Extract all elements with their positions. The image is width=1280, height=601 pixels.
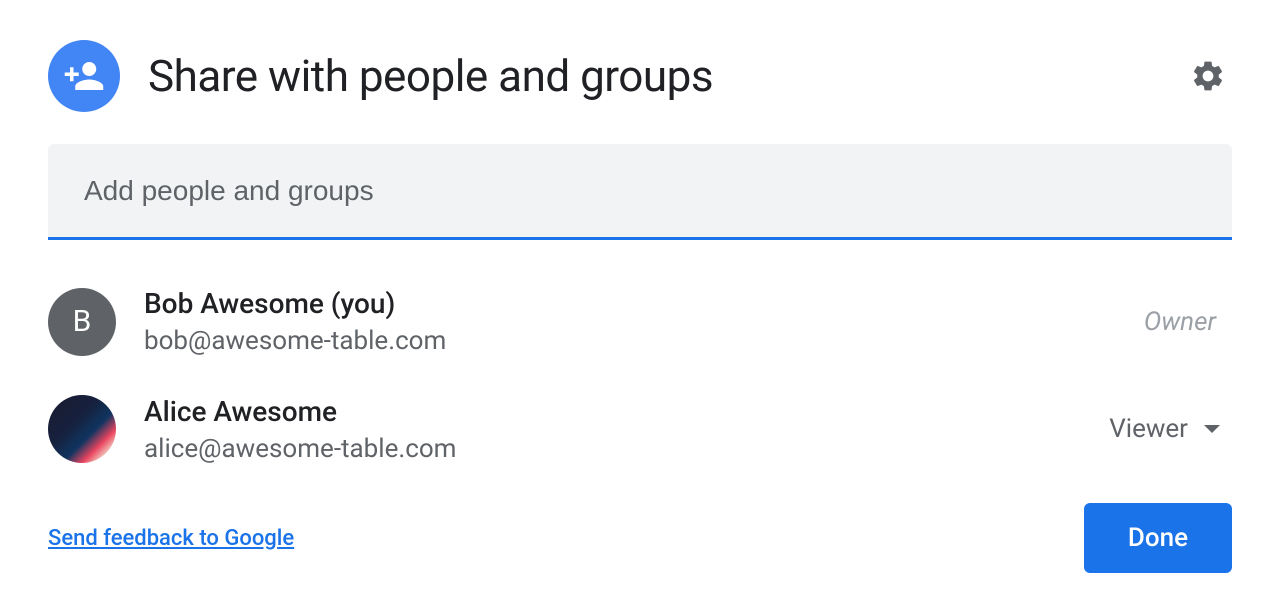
dialog-footer: Send feedback to Google Done bbox=[0, 483, 1280, 601]
done-button[interactable]: Done bbox=[1084, 503, 1232, 573]
people-list: B Bob Awesome (you) bob@awesome-table.co… bbox=[0, 240, 1280, 483]
input-container bbox=[48, 144, 1232, 240]
person-info: Alice Awesome alice@awesome-table.com bbox=[144, 392, 1097, 468]
person-email: alice@awesome-table.com bbox=[144, 431, 1097, 467]
dialog-header: Share with people and groups bbox=[0, 0, 1280, 132]
role-owner-label: Owner bbox=[1144, 307, 1232, 337]
avatar bbox=[48, 395, 116, 463]
person-name: Bob Awesome (you) bbox=[144, 284, 1144, 323]
settings-button[interactable] bbox=[1184, 52, 1232, 100]
chevron-down-icon bbox=[1204, 425, 1220, 433]
person-row: Alice Awesome alice@awesome-table.com Vi… bbox=[48, 376, 1232, 484]
add-people-input[interactable] bbox=[48, 144, 1232, 240]
dialog-title: Share with people and groups bbox=[148, 50, 1184, 102]
person-name: Alice Awesome bbox=[144, 392, 1097, 431]
person-info: Bob Awesome (you) bob@awesome-table.com bbox=[144, 284, 1144, 360]
feedback-link[interactable]: Send feedback to Google bbox=[48, 526, 294, 551]
role-label: Viewer bbox=[1109, 414, 1188, 444]
avatar: B bbox=[48, 288, 116, 356]
share-dialog: Share with people and groups B Bob Aweso… bbox=[0, 0, 1280, 584]
gear-icon bbox=[1190, 58, 1226, 94]
role-dropdown[interactable]: Viewer bbox=[1097, 406, 1232, 452]
person-add-icon bbox=[48, 40, 120, 112]
person-row: B Bob Awesome (you) bob@awesome-table.co… bbox=[48, 268, 1232, 376]
person-email: bob@awesome-table.com bbox=[144, 323, 1144, 359]
